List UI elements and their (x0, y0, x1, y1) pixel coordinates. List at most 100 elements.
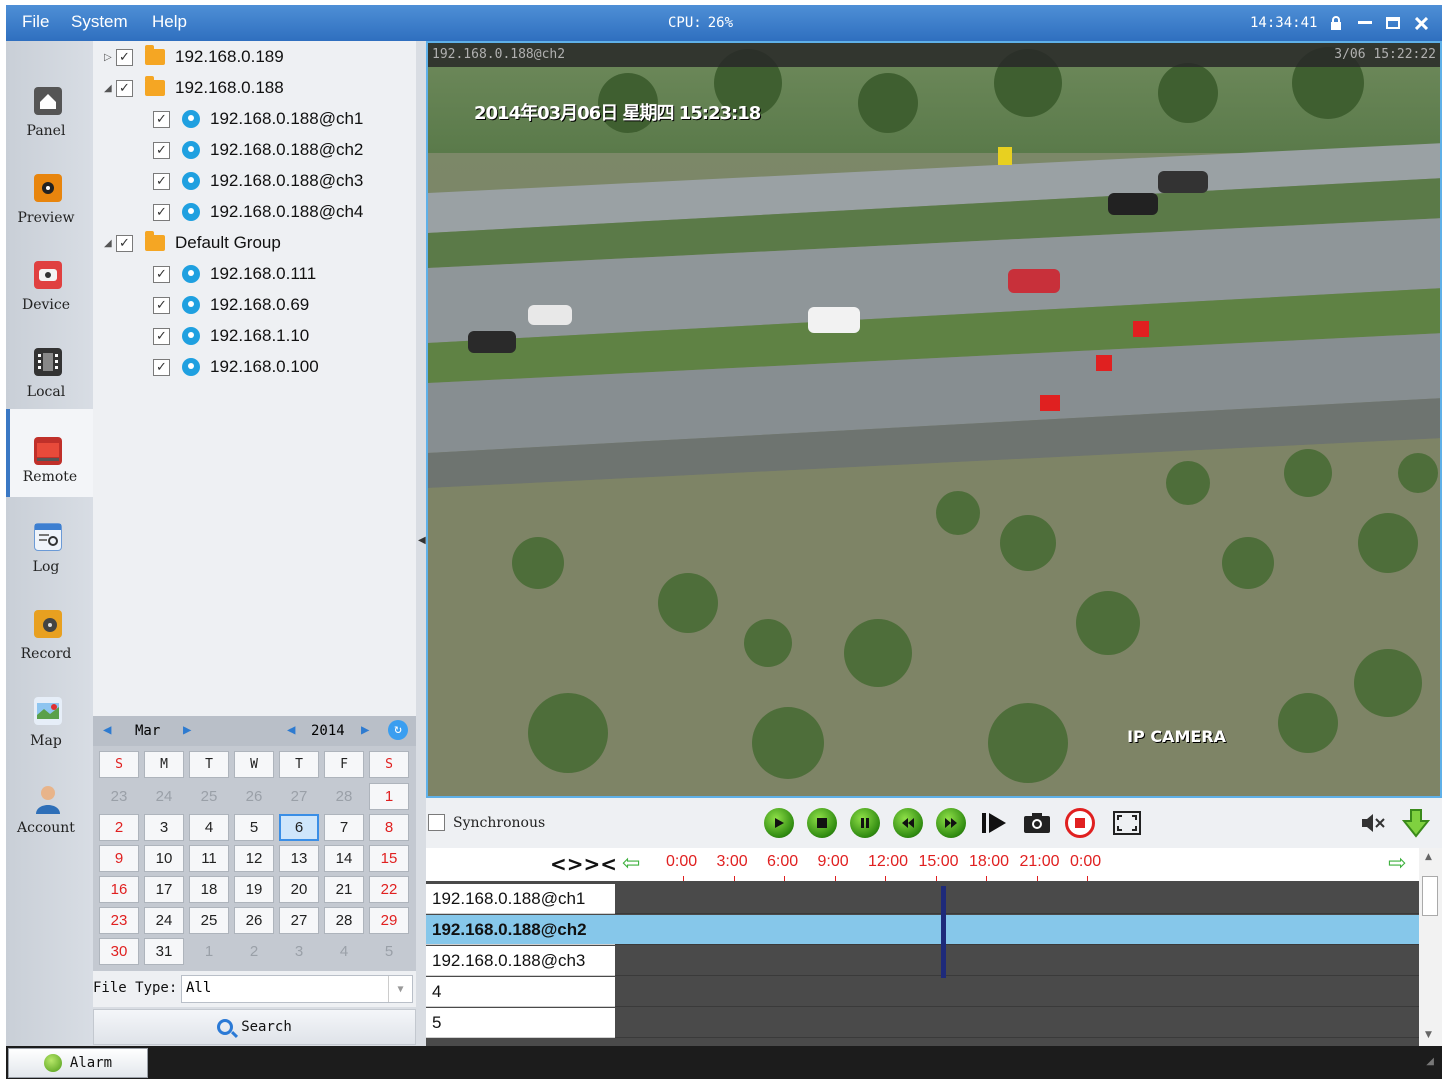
rewind-icon[interactable] (893, 808, 923, 838)
timeline-row-label[interactable]: 192.168.0.188@ch1 (426, 884, 615, 914)
menu-system[interactable]: System (71, 12, 128, 32)
calendar-day[interactable]: 4 (189, 814, 229, 841)
tree-group-188[interactable]: ◢ ✓ 192.168.0.188 (104, 74, 284, 102)
timeline-row[interactable]: 192.168.0.188@ch2 (426, 915, 1419, 946)
scroll-up-icon[interactable]: ▲ (1425, 852, 1432, 862)
calendar-day[interactable]: 22 (369, 876, 409, 903)
step-frame-icon[interactable] (979, 808, 1009, 838)
tree-channel[interactable]: ✓ 192.168.0.69 (153, 291, 309, 319)
calendar-day[interactable]: 2 (99, 814, 139, 841)
tree-channel[interactable]: ✓ 192.168.0.188@ch1 (153, 105, 363, 133)
expand-icon[interactable]: ▷ (104, 52, 116, 63)
tree-checkbox[interactable]: ✓ (153, 110, 170, 128)
close-button[interactable] (1409, 12, 1433, 34)
tree-channel[interactable]: ✓ 192.168.0.188@ch4 (153, 198, 363, 226)
alarm-button[interactable]: Alarm (8, 1048, 148, 1078)
scroll-down-icon[interactable]: ▼ (1425, 1030, 1432, 1040)
snapshot-icon[interactable] (1022, 808, 1052, 838)
timeline-row-label[interactable]: 5 (426, 1008, 615, 1038)
calendar-day[interactable]: 14 (324, 845, 364, 872)
tree-checkbox[interactable]: ✓ (116, 234, 133, 252)
timeline-track[interactable] (615, 977, 1419, 1007)
tree-checkbox[interactable]: ✓ (153, 327, 170, 345)
calendar-day[interactable]: 9 (99, 845, 139, 872)
calendar-day[interactable]: 11 (189, 845, 229, 872)
tree-group-189[interactable]: ▷ ✓ 192.168.0.189 (104, 43, 284, 71)
calendar-day[interactable]: 12 (234, 845, 274, 872)
play-icon[interactable] (764, 808, 794, 838)
calendar-day[interactable]: 23 (99, 907, 139, 934)
nav-map[interactable]: Map (6, 691, 93, 777)
calendar-day[interactable]: 31 (144, 938, 184, 965)
timeline-row-label[interactable]: 192.168.0.188@ch3 (426, 946, 615, 976)
timeline-row[interactable]: 192.168.0.188@ch3 (426, 946, 1419, 977)
calendar-day[interactable]: 6 (279, 814, 319, 841)
prev-month-icon[interactable]: ◀ (103, 722, 111, 738)
tree-channel[interactable]: ✓ 192.168.0.188@ch2 (153, 136, 363, 164)
calendar-day[interactable]: 8 (369, 814, 409, 841)
scrollbar-thumb[interactable] (1422, 876, 1438, 916)
menu-help[interactable]: Help (152, 12, 187, 32)
timeline-prev-icon[interactable]: ⇦ (622, 853, 646, 875)
calendar-day[interactable]: 25 (189, 907, 229, 934)
next-month-icon[interactable]: ▶ (183, 722, 191, 738)
collapse-icon[interactable]: ◢ (104, 238, 116, 249)
calendar-day[interactable]: 17 (144, 876, 184, 903)
resize-grip-icon[interactable]: ◢ (1426, 1056, 1434, 1067)
tree-channel[interactable]: ✓ 192.168.0.188@ch3 (153, 167, 363, 195)
timeline-next-icon[interactable]: ⇨ (1388, 853, 1412, 875)
tree-checkbox[interactable]: ✓ (116, 48, 133, 66)
tree-checkbox[interactable]: ✓ (153, 172, 170, 190)
download-icon[interactable] (1401, 808, 1431, 838)
calendar-day[interactable]: 1 (369, 783, 409, 810)
prev-year-icon[interactable]: ◀ (287, 722, 295, 738)
maximize-button[interactable] (1381, 12, 1405, 34)
nav-device[interactable]: Device (6, 255, 93, 341)
chevron-down-icon[interactable]: ▼ (388, 976, 412, 1002)
calendar-day[interactable]: 13 (279, 845, 319, 872)
tree-channel[interactable]: ✓ 192.168.0.111 (153, 260, 316, 288)
calendar-day[interactable]: 15 (369, 845, 409, 872)
tree-checkbox[interactable]: ✓ (153, 296, 170, 314)
timeline-row[interactable]: 192.168.0.188@ch1 (426, 884, 1419, 915)
fast-forward-icon[interactable] (936, 808, 966, 838)
timeline-row-label[interactable]: 4 (426, 977, 615, 1007)
timeline-row-label[interactable]: 192.168.0.188@ch2 (426, 915, 615, 945)
tree-checkbox[interactable]: ✓ (153, 203, 170, 221)
calendar-day[interactable]: 27 (279, 907, 319, 934)
search-button[interactable]: Search (93, 1009, 416, 1045)
calendar-day[interactable]: 19 (234, 876, 274, 903)
calendar-day[interactable]: 5 (234, 814, 274, 841)
synchronous-checkbox[interactable] (428, 814, 445, 831)
mute-icon[interactable] (1358, 808, 1388, 838)
menu-file[interactable]: File (22, 12, 49, 32)
calendar-day[interactable]: 10 (144, 845, 184, 872)
synchronous-toggle[interactable]: Synchronous (428, 814, 545, 831)
timeline-scrollbar[interactable]: ▲ ▼ (1419, 848, 1442, 1046)
fullscreen-icon[interactable] (1112, 808, 1142, 838)
calendar-day[interactable]: 3 (144, 814, 184, 841)
calendar-day[interactable]: 16 (99, 876, 139, 903)
tree-channel[interactable]: ✓ 192.168.1.10 (153, 322, 309, 350)
nav-record[interactable]: Record (6, 604, 93, 690)
minimize-button[interactable] (1353, 12, 1377, 34)
tree-channel[interactable]: ✓ 192.168.0.100 (153, 353, 319, 381)
stop-icon[interactable] (807, 808, 837, 838)
tree-checkbox[interactable]: ✓ (116, 79, 133, 97)
record-stop-icon[interactable] (1065, 808, 1095, 838)
tree-checkbox[interactable]: ✓ (153, 141, 170, 159)
timeline-track[interactable] (615, 915, 1419, 945)
calendar-day[interactable]: 7 (324, 814, 364, 841)
calendar-day[interactable]: 21 (324, 876, 364, 903)
timeline-track[interactable] (615, 884, 1419, 914)
tree-checkbox[interactable]: ✓ (153, 265, 170, 283)
nav-panel[interactable]: Panel (6, 81, 93, 167)
calendar-day[interactable]: 24 (144, 907, 184, 934)
calendar-day[interactable]: 20 (279, 876, 319, 903)
panel-collapse-icon[interactable]: ◀ (418, 535, 426, 546)
next-year-icon[interactable]: ▶ (361, 722, 369, 738)
calendar-day[interactable]: 29 (369, 907, 409, 934)
nav-log[interactable]: Log (6, 517, 93, 603)
timeline-row[interactable]: 4 (426, 977, 1419, 1008)
calendar-day[interactable]: 30 (99, 938, 139, 965)
